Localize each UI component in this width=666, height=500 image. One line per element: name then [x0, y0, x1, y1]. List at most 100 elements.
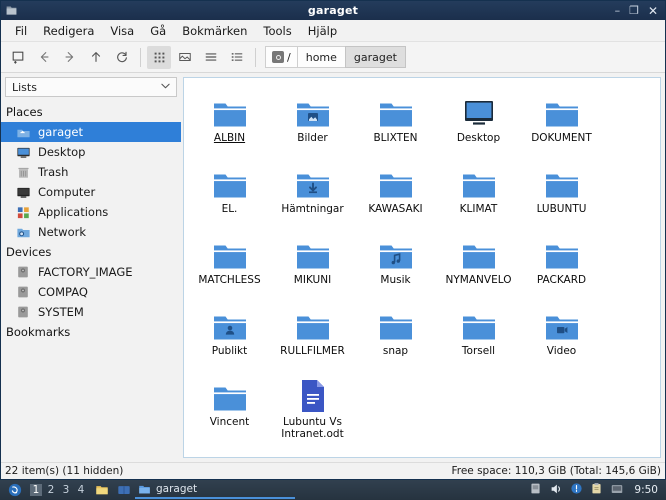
folder-icon: [379, 304, 413, 342]
back-icon[interactable]: [32, 46, 56, 69]
new-tab-icon[interactable]: [6, 46, 30, 69]
sidebar-item-applications[interactable]: Applications: [1, 202, 181, 222]
toolbar-separator-2: [255, 47, 256, 67]
sidebar-view-select[interactable]: Lists: [5, 77, 177, 97]
update-tray-icon[interactable]: [570, 482, 583, 498]
file-item[interactable]: Vincent: [188, 372, 271, 443]
breadcrumb-root[interactable]: /: [265, 46, 298, 68]
web-browser-launcher-icon[interactable]: [113, 481, 135, 499]
sidebar-view-select-value: Lists: [12, 80, 37, 94]
file-item[interactable]: Desktop: [437, 88, 520, 159]
folder-icon: [213, 233, 247, 271]
file-item[interactable]: Bilder: [271, 88, 354, 159]
folder-icon: [545, 91, 579, 129]
maximize-icon[interactable]: ❐: [629, 5, 639, 16]
applications-icon: [15, 204, 31, 220]
toolbar: / home garaget: [1, 42, 665, 73]
desktop-pager[interactable]: 1 2 3 4: [26, 481, 91, 499]
icon-view-icon[interactable]: [147, 45, 171, 69]
desktop-3[interactable]: 3: [60, 484, 72, 496]
file-item[interactable]: KAWASAKI: [354, 159, 437, 230]
file-item[interactable]: NYMANVELO: [437, 230, 520, 301]
file-item[interactable]: LUBUNTU: [520, 159, 603, 230]
clipboard-tray-icon[interactable]: [590, 482, 603, 498]
file-item-label: Publikt: [211, 345, 248, 357]
breadcrumb: / home garaget: [265, 46, 406, 68]
file-manager-launcher-icon[interactable]: [91, 481, 113, 499]
title-bar[interactable]: garaget – ❐ ✕: [1, 1, 665, 20]
sidebar-item-computer[interactable]: Computer: [1, 182, 181, 202]
sidebar-item-trash[interactable]: Trash: [1, 162, 181, 182]
file-item[interactable]: Video: [520, 301, 603, 372]
detailed-list-view-icon[interactable]: [225, 46, 249, 69]
file-item[interactable]: PACKARD: [520, 230, 603, 301]
network-tray-icon[interactable]: [610, 482, 624, 499]
folder-icon: [296, 304, 330, 342]
file-item[interactable]: snap: [354, 301, 437, 372]
desktop-icon: [15, 144, 31, 160]
menu-hjalp[interactable]: Hjälp: [300, 22, 345, 40]
file-item[interactable]: EL.: [188, 159, 271, 230]
desktop-1[interactable]: 1: [30, 484, 42, 496]
file-grid: ALBIN Bilder BLIXTEN Desktop DOKUMENT EL. Hämt…: [188, 88, 656, 443]
sidebar-item-desktop[interactable]: Desktop: [1, 142, 181, 162]
file-item[interactable]: Hämtningar: [271, 159, 354, 230]
menu-ga[interactable]: Gå: [142, 22, 174, 40]
file-item[interactable]: BLIXTEN: [354, 88, 437, 159]
desktop: garaget – ❐ ✕ Fil Redigera Visa Gå Bokmä…: [0, 0, 666, 500]
lubuntu-start-icon[interactable]: [4, 481, 26, 499]
sidebar-item-trash-label: Trash: [38, 165, 69, 179]
file-item[interactable]: DOKUMENT: [520, 88, 603, 159]
thumbnail-view-icon[interactable]: [173, 46, 197, 69]
trash-icon: [15, 164, 31, 180]
window-body: Lists Places garaget Desktop Trash Compu…: [1, 73, 665, 462]
file-item[interactable]: RULLFILMER: [271, 301, 354, 372]
folder-icon: [462, 162, 496, 200]
menu-bokmarken[interactable]: Bokmärken: [174, 22, 255, 40]
download-folder-icon: [296, 162, 330, 200]
file-view-wrapper: ALBIN Bilder BLIXTEN Desktop DOKUMENT EL. Hämt…: [181, 73, 665, 462]
file-item[interactable]: MIKUNI: [271, 230, 354, 301]
places-list: Places garaget Desktop Trash Computer Ap…: [1, 100, 181, 462]
sidebar-item-system[interactable]: SYSTEM: [1, 302, 181, 322]
menu-visa[interactable]: Visa: [102, 22, 142, 40]
desktop-2[interactable]: 2: [45, 484, 57, 496]
video-folder-icon: [545, 304, 579, 342]
desktop-4[interactable]: 4: [75, 484, 87, 496]
clock[interactable]: 9:50: [628, 484, 662, 496]
file-item[interactable]: Torsell: [437, 301, 520, 372]
file-item-label: DOKUMENT: [531, 132, 592, 144]
status-item-count: 22 item(s) (11 hidden): [5, 465, 124, 477]
breadcrumb-home[interactable]: home: [296, 46, 346, 68]
file-item[interactable]: MATCHLESS: [188, 230, 271, 301]
folder-icon: [462, 233, 496, 271]
keyboard-tray-icon[interactable]: [529, 482, 542, 498]
up-icon[interactable]: [84, 46, 108, 69]
file-item[interactable]: KLIMAT: [437, 159, 520, 230]
reload-icon[interactable]: [110, 46, 134, 69]
folder-icon: [379, 162, 413, 200]
forward-icon[interactable]: [58, 46, 82, 69]
file-view[interactable]: ALBIN Bilder BLIXTEN Desktop DOKUMENT EL. Hämt…: [183, 77, 661, 458]
menu-fil[interactable]: Fil: [7, 22, 35, 40]
sidebar-item-garaget[interactable]: garaget: [1, 122, 181, 142]
minimize-icon[interactable]: –: [615, 5, 621, 16]
compact-view-icon[interactable]: [199, 46, 223, 69]
sidebar-item-network[interactable]: Network: [1, 222, 181, 242]
close-icon[interactable]: ✕: [648, 5, 658, 17]
file-item[interactable]: Lubuntu Vs Intranet.odt: [271, 372, 354, 443]
sidebar-item-garaget-label: garaget: [38, 125, 84, 139]
file-item[interactable]: ALBIN: [188, 88, 271, 159]
folder-icon: [462, 304, 496, 342]
breadcrumb-garaget[interactable]: garaget: [344, 46, 406, 68]
file-item[interactable]: Musik: [354, 230, 437, 301]
menu-redigera[interactable]: Redigera: [35, 22, 102, 40]
sidebar-item-system-label: SYSTEM: [38, 305, 84, 319]
volume-tray-icon[interactable]: [549, 482, 563, 499]
sidebar-item-factory-image[interactable]: FACTORY_IMAGE: [1, 262, 181, 282]
menu-tools[interactable]: Tools: [255, 22, 299, 40]
sidebar-item-factory-image-label: FACTORY_IMAGE: [38, 265, 133, 279]
sidebar-item-compaq[interactable]: COMPAQ: [1, 282, 181, 302]
task-button-garaget[interactable]: garaget: [135, 481, 295, 499]
file-item[interactable]: Publikt: [188, 301, 271, 372]
